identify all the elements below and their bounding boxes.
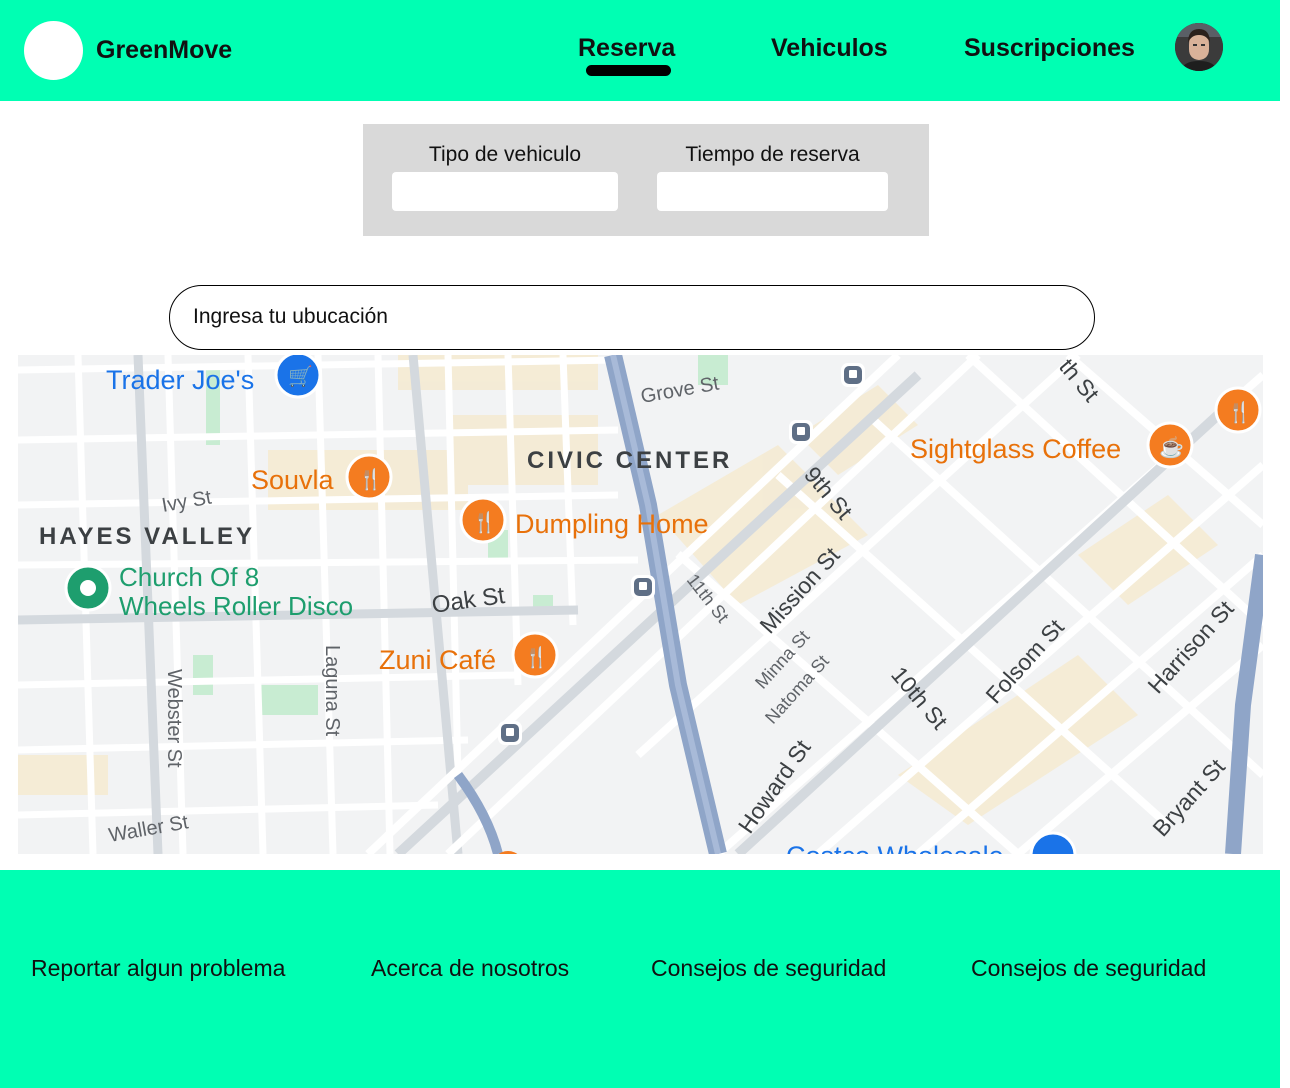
street-grove: Grove St xyxy=(639,372,721,407)
vehicle-type-input[interactable] xyxy=(392,172,618,211)
sightglass-coffee-icon[interactable]: ☕ xyxy=(1146,421,1194,469)
footer-link-about-us[interactable]: Acerca de nosotros xyxy=(371,955,569,982)
street-waller: Waller St xyxy=(107,811,190,847)
dumpling-home-label[interactable]: Dumpling Home xyxy=(515,509,709,539)
nav-reserva[interactable]: Reserva xyxy=(578,34,675,63)
reservation-time-label: Tiempo de reserva xyxy=(685,143,860,166)
svg-text:🍴: 🍴 xyxy=(1227,400,1252,424)
street-laguna: Laguna St xyxy=(321,645,343,737)
dumpling-home-restaurant-icon[interactable]: 🍴 xyxy=(459,496,507,544)
district-hayes-valley: HAYES VALLEY xyxy=(39,523,255,550)
souvla-label[interactable]: Souvla xyxy=(251,465,335,495)
svg-text:🛒: 🛒 xyxy=(288,364,313,388)
street-ivy: Ivy St xyxy=(160,486,214,516)
zuni-cafe-label[interactable]: Zuni Café xyxy=(379,645,496,675)
brand-name: GreenMove xyxy=(96,36,233,64)
costco-label-partial[interactable]: Costco Wholesale xyxy=(786,841,1004,854)
svg-text:☕: ☕ xyxy=(1159,435,1184,459)
district-civic-center: CIVIC CENTER xyxy=(527,447,732,474)
street-webster: Webster St xyxy=(163,669,185,768)
footer-link-report-problem[interactable]: Reportar algun problema xyxy=(31,955,285,982)
nav-active-indicator xyxy=(586,65,671,76)
street-bryant: Bryant St xyxy=(1147,753,1230,841)
reservation-time-input[interactable] xyxy=(657,172,888,211)
location-search-placeholder: Ingresa tu ubucación xyxy=(193,305,388,328)
top-navbar: GreenMove Reserva Vehiculos Suscripcione… xyxy=(0,0,1280,101)
footer-link-safety-tips-2[interactable]: Consejos de seguridad xyxy=(971,955,1206,982)
nav-suscripciones[interactable]: Suscripciones xyxy=(964,34,1135,63)
user-avatar[interactable] xyxy=(1175,23,1223,71)
souvla-restaurant-icon[interactable]: 🍴 xyxy=(345,453,393,501)
restaurant-icon-right-edge[interactable]: 🍴 xyxy=(1214,386,1262,434)
zuni-cafe-restaurant-icon[interactable]: 🍴 xyxy=(511,631,559,679)
trader-joes-label[interactable]: Trader Joe's xyxy=(106,365,254,395)
logo[interactable] xyxy=(24,21,83,80)
church-label-line2[interactable]: Wheels Roller Disco xyxy=(119,591,353,621)
street-8th-partial: th St xyxy=(1054,355,1105,407)
svg-text:🍴: 🍴 xyxy=(524,645,549,669)
sightglass-coffee-label[interactable]: Sightglass Coffee xyxy=(910,434,1121,464)
nav-vehiculos[interactable]: Vehiculos xyxy=(771,34,888,63)
map-view[interactable]: CIVIC CENTER HAYES VALLEY Grove St Ivy S… xyxy=(18,355,1263,854)
vehicle-type-label: Tipo de vehiculo xyxy=(428,143,582,166)
church-of-8-wheels-pin[interactable] xyxy=(64,564,112,612)
footer-link-safety-tips[interactable]: Consejos de seguridad xyxy=(651,955,886,982)
church-label-line1[interactable]: Church Of 8 xyxy=(119,562,259,592)
svg-text:🍴: 🍴 xyxy=(472,510,497,534)
svg-text:🍴: 🍴 xyxy=(358,467,383,491)
trader-joes-pin[interactable]: 🛒 xyxy=(274,355,322,399)
